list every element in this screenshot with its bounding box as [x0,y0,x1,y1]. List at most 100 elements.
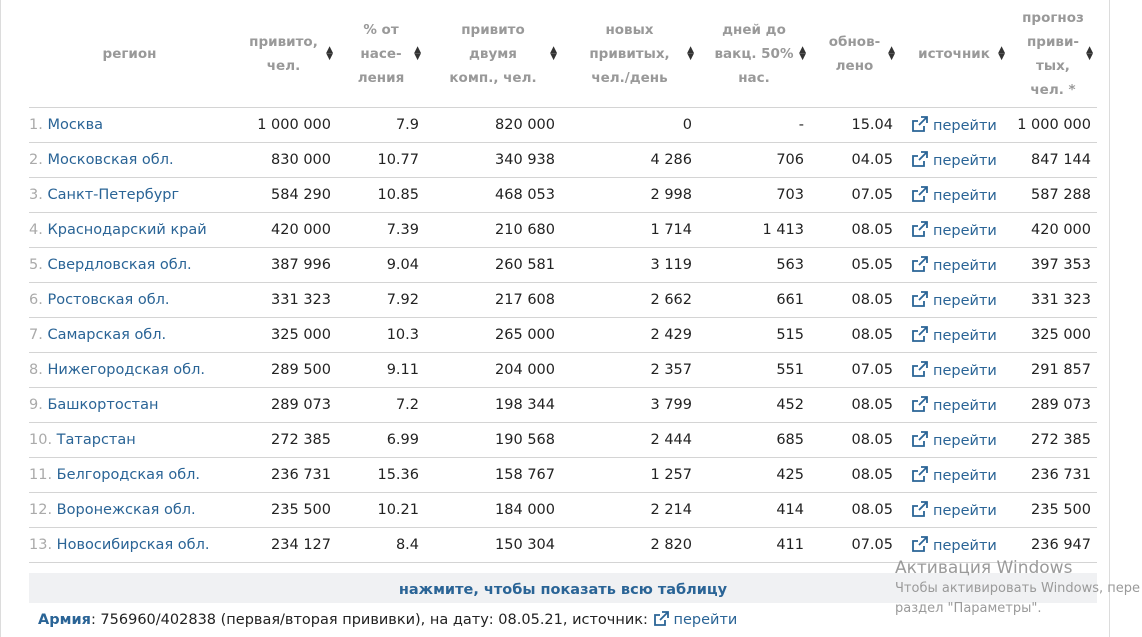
source-link-label: перейти [933,258,997,274]
sort-icon[interactable]: ▲ ▼ [1086,45,1093,61]
source-link[interactable]: перейти [911,291,997,309]
column-header-label: % от насе-ления [358,18,405,90]
forecast-cell: 289 073 [1009,387,1097,423]
region-link[interactable]: Нижегородская обл. [47,362,205,378]
table-row: 5. Свердловская обл. 387 996 9.04 260 581 3 … [29,247,1097,283]
sort-icon[interactable]: ▲ ▼ [326,45,333,61]
forecast-cell: 397 353 [1009,247,1097,283]
source-link[interactable]: перейти [911,536,997,554]
header-line: лено [835,57,874,74]
watermark-line-2: раздел "Параметры". [895,601,1042,616]
column-header-8[interactable]: источник ▲ ▼ [899,0,1009,108]
column-header-label: привито двумя комп., чел. [449,18,536,90]
column-header-2[interactable]: привито, чел. ▲ ▼ [230,0,337,108]
sort-icon[interactable]: ▲ ▼ [550,45,557,61]
source-link[interactable]: перейти [911,501,997,519]
table-row: 6. Ростовская обл. 331 323 7.92 217 608 2 66… [29,282,1097,318]
table-row: 3. Санкт-Петербург 584 290 10.85 468 053 2 9… [29,177,1097,213]
header-line: чел. * [1030,81,1076,98]
new-per-day-cell: 4 286 [561,142,698,178]
days-to-50-cell: 661 [698,282,810,318]
source-link[interactable]: перейти [911,466,997,484]
header-line: чел./день [591,69,668,86]
column-header-4[interactable]: привито двумя комп., чел. ▲ ▼ [425,0,561,108]
header-line: привито, [249,33,318,50]
column-header-5[interactable]: новых привитых, чел./день ▲ ▼ [561,0,698,108]
sort-icon[interactable]: ▲ ▼ [799,45,806,61]
source-link-label: перейти [933,293,997,309]
region-link[interactable]: Москва [47,117,103,133]
region-link[interactable]: Московская обл. [47,152,173,168]
sort-icon[interactable]: ▲ ▼ [687,45,694,61]
table-row: 4. Краснодарский край 420 000 7.39 210 680 1… [29,212,1097,248]
header-line: привито [461,21,525,38]
source-link[interactable]: перейти [911,186,997,204]
days-to-50-cell: 685 [698,422,810,458]
region-link[interactable]: Белгородская обл. [57,467,200,483]
column-header-1[interactable]: регион [29,0,230,108]
table-row: 8. Нижегородская обл. 289 500 9.11 204 000 2… [29,352,1097,388]
region-link[interactable]: Краснодарский край [47,222,206,238]
table-row: 1. Москва 1 000 000 7.9 820 000 0-15.04 перей… [29,107,1097,143]
region-link[interactable]: Ростовская обл. [47,292,169,308]
column-header-6[interactable]: дней до вакц. 50% нас. ▲ ▼ [698,0,810,108]
new-per-day-cell: 2 357 [561,352,698,388]
sort-icon[interactable]: ▲ ▼ [414,45,421,61]
source-link-label: перейти [933,328,997,344]
header-line: чел. [266,57,301,74]
source-link[interactable]: перейти [911,116,997,134]
region-link[interactable]: Татарстан [57,432,136,448]
army-label[interactable]: Армия [38,612,91,628]
two-component-cell: 265 000 [425,317,561,353]
new-per-day-cell: 2 444 [561,422,698,458]
row-number: 6. [29,292,43,308]
vaccinated-cell: 289 500 [230,352,337,388]
sort-icon[interactable]: ▲ ▼ [998,45,1005,61]
header-line: прогноз [1022,9,1084,26]
new-per-day-cell: 3 799 [561,387,698,423]
source-link[interactable]: перейти [911,396,997,414]
source-link[interactable]: перейти [911,151,997,169]
source-link[interactable]: перейти [911,361,997,379]
two-component-cell: 150 304 [425,527,561,563]
forecast-cell: 235 500 [1009,492,1097,528]
region-link[interactable]: Башкортостан [47,397,158,413]
days-to-50-cell: 703 [698,177,810,213]
column-header-label: источник [918,42,990,66]
army-info: Армия: 756960/402838 (первая/вторая прив… [38,611,737,628]
header-line: комп., чел. [449,69,537,86]
two-component-cell: 217 608 [425,282,561,318]
two-component-cell: 820 000 [425,107,561,143]
source-link-label: перейти [933,398,997,414]
region-link[interactable]: Новосибирская обл. [57,537,210,553]
region-link[interactable]: Санкт-Петербург [47,187,179,203]
region-link[interactable]: Воронежская обл. [57,502,196,518]
region-cell: 10. Татарстан [29,422,230,458]
percent-cell: 10.85 [337,177,425,213]
column-header-label: дней до вакц. 50% нас. [715,18,794,90]
source-link[interactable]: перейти [911,221,997,239]
percent-cell: 10.21 [337,492,425,528]
column-header-9[interactable]: прогноз приви-тых, чел. * ▲ ▼ [1009,0,1097,108]
two-component-cell: 340 938 [425,142,561,178]
percent-cell: 10.3 [337,317,425,353]
table-row: 10. Татарстан 272 385 6.99 190 568 2 444 685 0… [29,422,1097,458]
header-line: привитых, [589,45,670,62]
column-header-3[interactable]: % от насе-ления ▲ ▼ [337,0,425,108]
region-link[interactable]: Самарская обл. [47,327,166,343]
row-number: 5. [29,257,43,273]
days-to-50-cell: 414 [698,492,810,528]
sort-icon[interactable]: ▲ ▼ [888,45,895,61]
source-link[interactable]: перейти [911,256,997,274]
header-line: вакц. 50% [714,45,794,62]
army-text: : 756960/402838 (первая/вторая прививки)… [90,612,648,628]
two-component-cell: 158 767 [425,457,561,493]
column-header-7[interactable]: обнов-лено ▲ ▼ [810,0,899,108]
source-link[interactable]: перейти [911,431,997,449]
two-component-cell: 198 344 [425,387,561,423]
source-cell: перейти [899,212,1009,248]
source-link[interactable]: перейти [911,326,997,344]
region-link[interactable]: Свердловская обл. [47,257,191,273]
forecast-cell: 1 000 000 [1009,107,1097,143]
army-source-link[interactable]: перейти [653,611,737,628]
